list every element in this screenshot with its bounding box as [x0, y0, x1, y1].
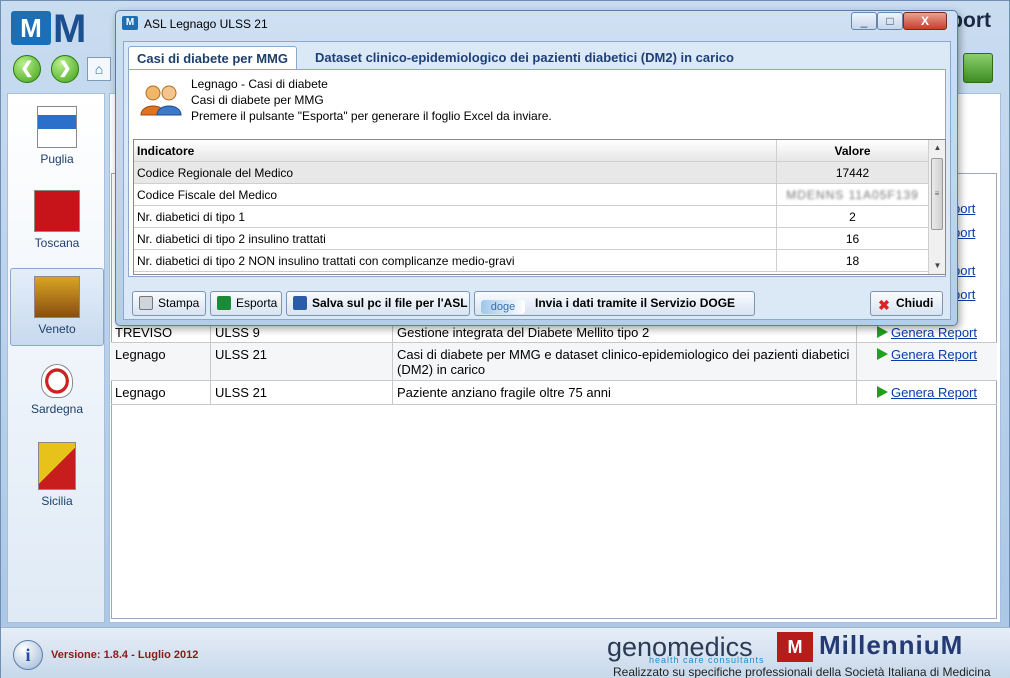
genomedics-tagline: health care consultants [649, 655, 765, 665]
sidebar-item-label: Veneto [38, 322, 76, 336]
table-row[interactable]: Legnago ULSS 21 Paziente anziano fragile… [111, 381, 997, 405]
sidebar-item-veneto[interactable]: Veneto [10, 268, 104, 346]
print-button[interactable]: Stampa [132, 291, 206, 316]
indicator-cell: Nr. diabetici di tipo 2 NON insulino tra… [134, 250, 777, 271]
sidebar-item-label: Toscana [34, 236, 80, 250]
report-action-cell: Genera Report [857, 343, 997, 380]
description-line: Casi di diabete per MMG [191, 93, 324, 107]
info-icon[interactable]: i [13, 640, 43, 670]
floppy-disk-icon [293, 296, 307, 310]
tab-dataset[interactable]: Dataset clinico-epidemiologico dei pazie… [307, 46, 742, 70]
city-cell: Legnago [111, 343, 211, 380]
millennium-m-icon: M [777, 632, 813, 662]
play-icon [877, 386, 888, 398]
city-cell: Legnago [111, 381, 211, 404]
close-icon: ✖ [878, 297, 890, 313]
back-icon[interactable]: ❮ [13, 55, 41, 83]
scroll-down-icon[interactable]: ▼ [930, 259, 945, 273]
genera-report-link[interactable]: Genera Report [891, 347, 977, 362]
doge-logo-icon: doge [481, 300, 525, 314]
exit-icon[interactable] [963, 53, 993, 83]
ulss-cell: ULSS 21 [211, 343, 393, 380]
home-icon[interactable]: ⌂ [87, 57, 111, 81]
table-row[interactable]: Nr. diabetici di tipo 2 NON insulino tra… [134, 250, 928, 272]
table-row[interactable]: Codice Regionale del Medico 17442 [134, 162, 928, 184]
millennium-logo-text: MillenniuM [819, 630, 964, 660]
tab-casi-diabete[interactable]: Casi di diabete per MMG [128, 46, 297, 70]
puglia-emblem-icon [37, 106, 77, 148]
genera-report-link[interactable]: Genera Report [891, 325, 977, 340]
value-cell: 2 [849, 210, 856, 224]
description-line: Legnago - Casi di diabete [191, 77, 328, 91]
veneto-emblem-icon [34, 276, 80, 318]
grid-scrollbar[interactable]: ▲ ≡ ▼ [928, 140, 945, 274]
table-row[interactable]: Codice Fiscale del Medico MDENNS 11A05F1… [134, 184, 928, 206]
millennium-logo-icon: M [11, 11, 51, 45]
value-cell: 16 [845, 232, 860, 246]
sidebar-item-label: Puglia [40, 152, 74, 166]
send-doge-label: Invia i dati tramite il Servizio DOGE [535, 296, 736, 310]
dialog-title: ASL Legnago ULSS 21 [144, 17, 268, 31]
print-label: Stampa [158, 296, 200, 310]
excel-icon [217, 296, 231, 310]
sidebar-item-label: Sicilia [41, 494, 73, 508]
tab-panel: Legnago - Casi di diabete Casi di diabet… [128, 69, 946, 277]
sardegna-emblem-icon [41, 364, 73, 398]
sidebar-item-sicilia[interactable]: Sicilia [10, 442, 104, 508]
grid-header-row: Indicatore Valore [134, 140, 928, 162]
indicator-cell: Codice Regionale del Medico [134, 162, 777, 183]
window-close-button[interactable]: X [903, 12, 947, 30]
export-button[interactable]: Esporta [210, 291, 282, 316]
sidebar-item-puglia[interactable]: Puglia [10, 106, 104, 166]
report-cell: Casi di diabete per MMG e dataset clinic… [393, 343, 857, 380]
report-dialog: M ASL Legnago ULSS 21 _ □ X Casi di diab… [115, 10, 958, 326]
app-logo-text: M [53, 7, 87, 51]
export-label: Esporta [236, 296, 278, 310]
value-cell: 17442 [835, 166, 870, 180]
maximize-button[interactable]: □ [877, 12, 903, 30]
close-label: Chiudi [896, 296, 934, 310]
save-asl-label: Salva sul pc il file per l'ASL [312, 296, 468, 310]
sidebar-item-toscana[interactable]: Toscana [10, 190, 104, 250]
indicator-cell: Nr. diabetici di tipo 2 insulino trattat… [134, 228, 777, 249]
credits-text: Realizzato su specifiche professionali d… [613, 665, 991, 678]
table-row[interactable]: Nr. diabetici di tipo 1 2 [134, 206, 928, 228]
indicator-grid: Indicatore Valore Codice Regionale del M… [133, 139, 946, 275]
value-cell: 18 [845, 254, 860, 268]
dialog-titlebar[interactable]: M ASL Legnago ULSS 21 _ □ X [116, 11, 957, 35]
column-header-indicator[interactable]: Indicatore [134, 140, 777, 161]
sidebar-item-label: Sardegna [30, 402, 84, 416]
table-row[interactable]: Legnago ULSS 21 Casi di diabete per MMG … [111, 343, 997, 381]
value-cell: MDENNS 11A05F139 [786, 188, 919, 202]
genera-report-link[interactable]: Genera Report [891, 385, 977, 400]
report-action-cell: Genera Report [857, 381, 997, 404]
send-doge-button[interactable]: doge Invia i dati tramite il Servizio DOG… [474, 291, 755, 316]
version-label: Versione: 1.8.4 - Luglio 2012 [51, 649, 199, 661]
close-button[interactable]: ✖ Chiudi [870, 291, 943, 316]
play-icon [877, 326, 888, 338]
ulss-cell: ULSS 21 [211, 381, 393, 404]
toscana-emblem-icon [34, 190, 80, 232]
table-row[interactable]: Nr. diabetici di tipo 2 insulino trattat… [134, 228, 928, 250]
app-icon: M [122, 16, 138, 30]
report-cell: Paziente anziano fragile oltre 75 anni [393, 381, 857, 404]
dialog-body: Casi di diabete per MMG Dataset clinico-… [123, 41, 951, 320]
column-header-value[interactable]: Valore [777, 140, 928, 161]
indicator-cell: Nr. diabetici di tipo 1 [134, 206, 777, 227]
sidebar-item-sardegna[interactable]: Sardegna [10, 364, 104, 416]
footer: i Versione: 1.8.4 - Luglio 2012 genomedi… [1, 627, 1010, 678]
printer-icon [139, 296, 153, 310]
scroll-thumb[interactable]: ≡ [931, 158, 943, 230]
save-asl-button[interactable]: Salva sul pc il file per l'ASL [286, 291, 470, 316]
region-sidebar: Puglia Toscana Veneto Sardegna Sicilia [7, 93, 105, 623]
minimize-button[interactable]: _ [851, 12, 877, 30]
description-line: Premere il pulsante "Esporta" per genera… [191, 109, 552, 123]
play-icon [877, 348, 888, 360]
indicator-cell: Codice Fiscale del Medico [134, 184, 777, 205]
scroll-up-icon[interactable]: ▲ [930, 141, 945, 155]
sicilia-emblem-icon [38, 442, 76, 490]
users-icon [140, 85, 182, 116]
forward-icon[interactable]: ❯ [51, 55, 79, 83]
